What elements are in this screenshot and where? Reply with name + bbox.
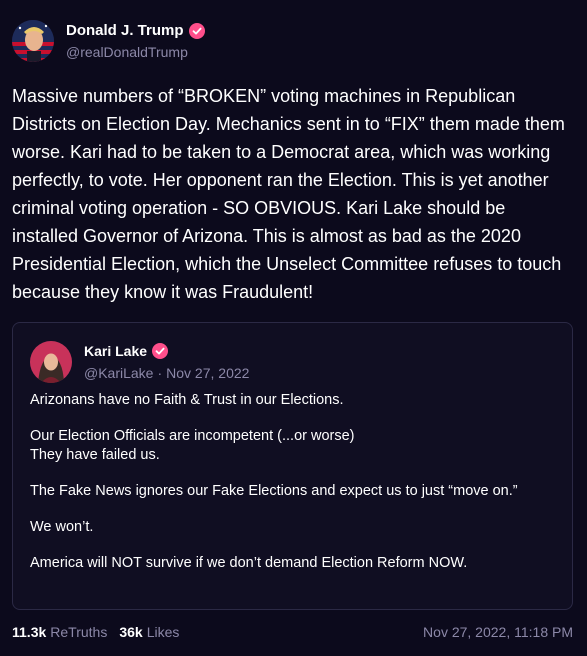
retruths-stat[interactable]: 11.3k ReTruths [12, 624, 107, 640]
quoted-paragraph: Our Election Officials are incompetent (… [30, 428, 355, 463]
quoted-paragraph: America will NOT survive if we don’t dem… [30, 555, 468, 571]
author-display-name[interactable]: Donald J. Trump [66, 22, 184, 39]
author-avatar-image [12, 20, 54, 62]
verified-badge-icon [152, 343, 169, 359]
likes-count: 36k [119, 624, 143, 640]
quoted-avatar[interactable] [30, 341, 72, 383]
retruths-count: 11.3k [12, 624, 47, 640]
quoted-handle[interactable]: @KariLake [84, 365, 153, 381]
quoted-meta: @KariLake · Nov 27, 2022 [84, 365, 249, 381]
quoted-paragraph: The Fake News ignores our Fake Elections… [30, 483, 518, 499]
quoted-post-text: Arizonans have no Faith & Trust in our E… [30, 391, 550, 590]
quoted-post-header: Kari Lake @KariLake · Nov 27, 2022 [30, 341, 249, 383]
quoted-post[interactable]: Kari Lake @KariLake · Nov 27, 2022 Arizo… [12, 322, 573, 610]
avatar[interactable] [12, 20, 54, 62]
quoted-date[interactable]: Nov 27, 2022 [166, 365, 249, 381]
post-card: Donald J. Trump @realDonaldTrump Massive… [0, 0, 587, 656]
author-handle[interactable]: @realDonaldTrump [66, 44, 205, 60]
quoted-paragraph: Arizonans have no Faith & Trust in our E… [30, 392, 344, 408]
post-footer: 11.3k ReTruths 36k Likes Nov 27, 2022, 1… [12, 624, 573, 640]
likes-stat[interactable]: 36k Likes [119, 624, 179, 640]
quoted-avatar-image [30, 341, 72, 383]
likes-label: Likes [146, 624, 180, 640]
quoted-display-name[interactable]: Kari Lake [84, 343, 147, 359]
retruths-label: ReTruths [50, 624, 108, 640]
post-header: Donald J. Trump @realDonaldTrump [12, 20, 205, 62]
post-timestamp[interactable]: Nov 27, 2022, 11:18 PM [423, 624, 573, 640]
quoted-paragraph: We won’t. [30, 519, 94, 535]
verified-badge-icon [188, 22, 205, 39]
post-text: Massive numbers of “BROKEN” voting machi… [12, 86, 565, 302]
meta-separator: · [157, 365, 163, 381]
